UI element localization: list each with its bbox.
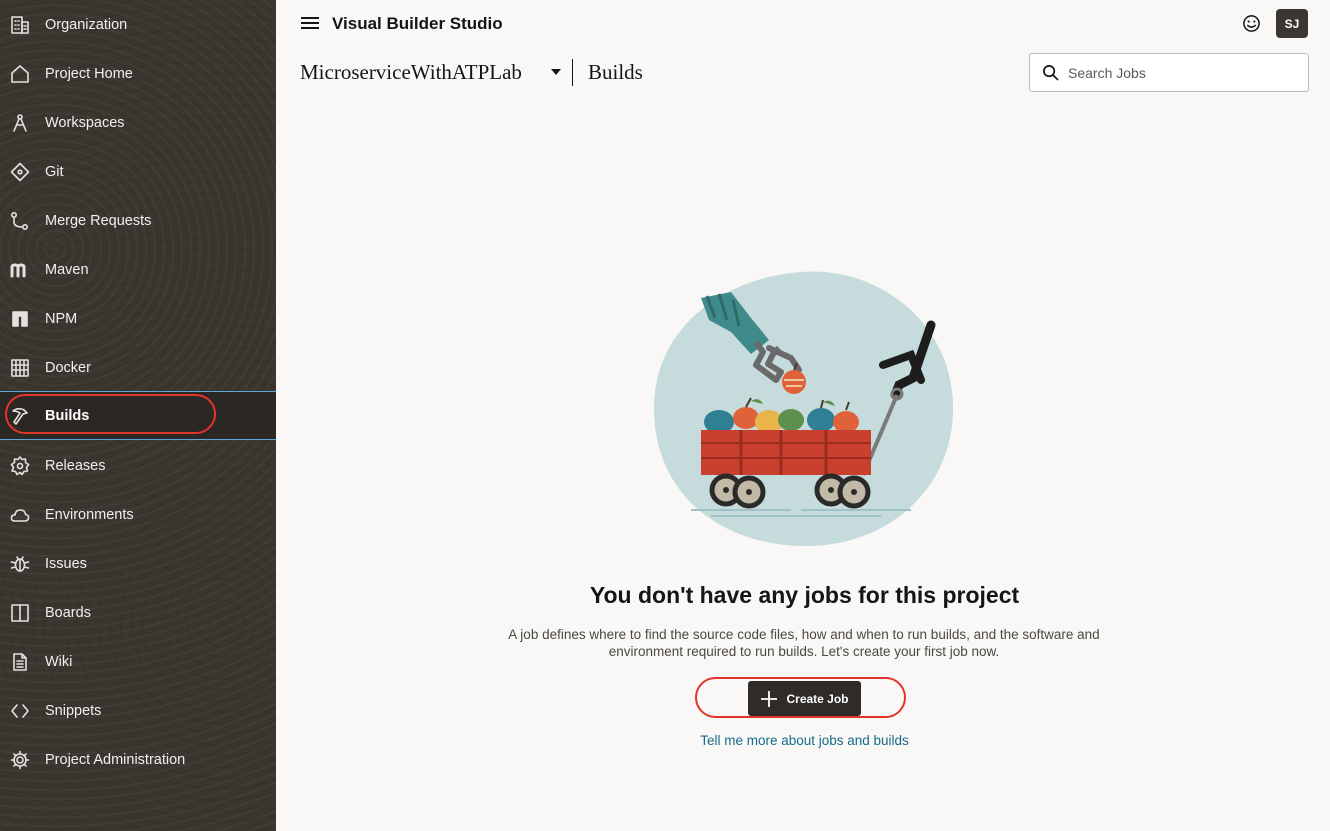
sidebar-item-issues[interactable]: Issues (0, 539, 276, 588)
home-icon (10, 64, 30, 84)
sidebar-item-label: Builds (45, 407, 90, 424)
sidebar-item-merge-requests[interactable]: Merge Requests (0, 196, 276, 245)
project-selector[interactable]: MicroserviceWithATPLab (300, 60, 522, 85)
sidebar-item-label: Merge Requests (45, 212, 152, 229)
hammer-icon (10, 406, 30, 426)
empty-state-description: A job defines where to find the source c… (508, 627, 1100, 659)
smiley-icon[interactable] (1242, 14, 1261, 33)
sidebar-item-label: Wiki (45, 653, 73, 670)
sidebar-item-snippets[interactable]: Snippets (0, 686, 276, 735)
plus-icon (761, 690, 778, 707)
sidebar-item-npm[interactable]: NPM (0, 294, 276, 343)
empty-state-illustration (653, 271, 954, 547)
git-icon (10, 162, 30, 182)
sidebar-item-releases[interactable]: Releases (0, 441, 276, 490)
sidebar-item-label: Docker (45, 359, 91, 376)
caret-down-icon[interactable] (551, 69, 561, 75)
sidebar-item-git[interactable]: Git (0, 147, 276, 196)
sidebar-item-label: Releases (45, 457, 106, 474)
page-title: Builds (588, 60, 643, 84)
gear-icon (10, 750, 30, 770)
sidebar-item-label: Maven (45, 261, 89, 278)
sidebar: Organization Project Home Workspaces Git… (0, 0, 276, 831)
building-icon (10, 15, 30, 35)
title-divider (572, 59, 573, 86)
empty-state-title: You don't have any jobs for this project (589, 582, 1020, 608)
sidebar-item-workspaces[interactable]: Workspaces (0, 98, 276, 147)
sidebar-item-label: NPM (45, 310, 78, 327)
create-job-button[interactable]: Create Job (748, 681, 861, 716)
sidebar-item-label: Project Administration (45, 751, 186, 768)
document-icon (10, 652, 30, 672)
search-box[interactable] (1029, 53, 1309, 92)
docker-icon (10, 358, 30, 378)
sidebar-item-organization[interactable]: Organization (0, 0, 276, 49)
badge-icon (10, 455, 30, 476)
sidebar-item-label: Workspaces (45, 114, 125, 131)
sidebar-item-project-home[interactable]: Project Home (0, 49, 276, 98)
sidebar-item-maven[interactable]: Maven (0, 245, 276, 294)
learn-more-link[interactable]: Tell me more about jobs and builds (0, 733, 1330, 748)
sidebar-item-docker[interactable]: Docker (0, 343, 276, 392)
npm-icon (10, 309, 30, 329)
sidebar-item-label: Issues (45, 555, 87, 572)
sidebar-item-label: Project Home (45, 65, 133, 82)
sidebar-item-label: Snippets (45, 702, 102, 719)
avatar[interactable]: SJ (1276, 9, 1308, 38)
compass-icon (10, 113, 30, 133)
bug-icon (10, 554, 30, 574)
code-icon (10, 701, 30, 721)
search-icon (1043, 65, 1059, 81)
app-title: Visual Builder Studio (332, 14, 503, 33)
create-job-label: Create Job (786, 691, 849, 706)
sidebar-item-builds[interactable]: Builds (0, 391, 276, 440)
sidebar-item-environments[interactable]: Environments (0, 490, 276, 539)
sidebar-item-label: Organization (45, 16, 128, 33)
search-input[interactable] (1068, 64, 1288, 81)
sidebar-item-label: Git (45, 163, 64, 180)
maven-icon (10, 260, 30, 280)
sidebar-item-label: Environments (45, 506, 134, 523)
sidebar-item-wiki[interactable]: Wiki (0, 637, 276, 686)
hamburger-menu-icon[interactable] (301, 15, 319, 31)
cloud-icon (10, 505, 30, 525)
merge-request-icon (10, 211, 30, 231)
